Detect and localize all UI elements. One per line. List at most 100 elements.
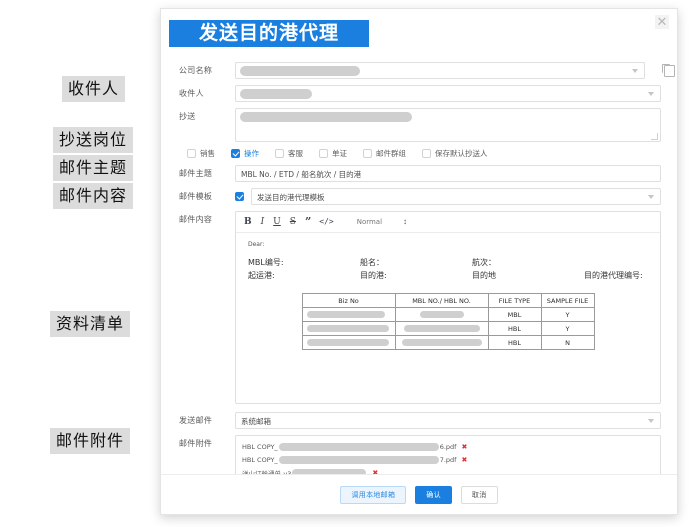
checkbox-customer-service[interactable]: 客服 [275,148,303,159]
field-row-send-account: 发送邮件 系统邮箱 [179,412,661,429]
remove-attachment-icon[interactable]: ✖ [461,456,467,464]
field-destination: 目的地 [472,270,584,281]
checkbox-documentation[interactable]: 单证 [319,148,347,159]
annotation-subject: 邮件主题 [53,155,133,181]
underline-icon[interactable]: U [273,217,281,227]
format-select[interactable]: Normal [357,218,382,226]
table-row: HBL N [302,336,594,350]
bold-icon[interactable]: B [244,217,252,227]
col-sample-file: SAMPLE FILE [541,294,594,308]
dialog-footer: 调用本地邮箱 确认 取消 [161,474,677,514]
dialog-body: 公司名称 收件人 [161,54,677,477]
field-pod: 目的港: [360,270,472,281]
company-label: 公司名称 [179,62,235,79]
cell-biz-no [302,322,395,336]
subject-value: MBL No. / ETD / 船名航次 / 目的港 [236,166,660,183]
cell-sample-file: Y [541,308,594,322]
cc-role-checkbox-group: 销售 操作 客服 单证 邮件群组 [179,148,661,159]
attachment-label: 邮件附件 [179,435,235,452]
field-vessel: 船名： [360,257,472,268]
field-voyage: 航次： [472,257,584,268]
confirm-button[interactable]: 确认 [415,486,452,504]
cell-mbl-hbl-no [395,336,488,350]
checkbox-sales[interactable]: 销售 [187,148,215,159]
attachment-item[interactable]: HBL COPY_ 6.pdf ✖ [242,440,654,453]
field-row-company: 公司名称 [179,62,661,79]
cancel-button[interactable]: 取消 [461,486,498,504]
checkbox-checked-icon [231,149,240,158]
send-account-label: 发送邮件 [179,412,235,429]
field-row-recipient: 收件人 [179,85,661,102]
col-file-type: FILE TYPE [488,294,541,308]
recipient-label: 收件人 [179,85,235,102]
annotation-cc-role: 抄送岗位 [53,127,133,153]
attachment-redacted-part [279,443,439,451]
strikethrough-icon[interactable]: S [290,217,296,227]
chevron-down-icon [648,195,654,199]
attachment-item[interactable]: HBL COPY_ 7.pdf ✖ [242,453,654,466]
checkbox-label: 单证 [332,148,347,159]
field-row-cc: 抄送 [179,108,661,142]
checkbox-save-default-cc[interactable]: 保存默认抄送人 [422,148,488,159]
cell-file-type: MBL [488,308,541,322]
redacted-value [307,339,389,346]
remove-attachment-icon[interactable]: ✖ [461,443,467,451]
cell-biz-no [302,308,395,322]
field-agent-code: 目的港代理编号: [584,270,648,281]
annotation-content: 邮件内容 [53,183,133,209]
field-spacer [584,257,648,268]
table-header-row: Biz No MBL NO./ HBL NO. FILE TYPE SAMPLE… [302,294,594,308]
checkbox-label: 操作 [244,148,259,159]
cell-sample-file: N [541,336,594,350]
checkbox-operation[interactable]: 操作 [231,148,259,159]
checkbox-label: 客服 [288,148,303,159]
company-select[interactable] [235,62,645,79]
cell-mbl-hbl-no [395,308,488,322]
chevron-down-icon [632,69,638,73]
copy-icon[interactable] [664,65,675,77]
subject-input[interactable]: MBL No. / ETD / 船名航次 / 目的港 [235,165,661,182]
chevron-down-icon [648,92,654,96]
template-enable-checkbox[interactable] [235,192,244,201]
cell-biz-no [302,336,395,350]
field-row-content: 邮件内容 B I U S ” </> Normal ↕ [179,211,661,404]
recipient-select[interactable] [235,85,661,102]
table-row: MBL Y [302,308,594,322]
close-icon[interactable]: ✕ [655,15,669,29]
blockquote-icon[interactable]: ” [305,217,310,227]
annotation-doc-list: 资料清单 [50,311,130,337]
template-value: 发送目的港代理模板 [252,189,660,206]
subject-label: 邮件主题 [179,165,235,182]
code-icon[interactable]: </> [319,217,333,227]
document-list-table: Biz No MBL NO./ HBL NO. FILE TYPE SAMPLE… [302,293,595,350]
chevron-down-icon [648,419,654,423]
checkbox-box-icon [275,149,284,158]
col-mbl-hbl-no: MBL NO./ HBL NO. [395,294,488,308]
redacted-value [307,311,385,318]
cell-mbl-hbl-no [395,322,488,336]
redacted-value [420,311,464,318]
template-select[interactable]: 发送目的港代理模板 [251,188,661,205]
rich-text-editor[interactable]: B I U S ” </> Normal ↕ Dear: [235,211,661,404]
voyage-fields: MBL编号: 船名： 航次： 起运港: 目的港: 目的地 目的港代理编号: [248,257,648,281]
field-row-subject: 邮件主题 MBL No. / ETD / 船名航次 / 目的港 [179,165,661,182]
cc-textarea[interactable] [235,108,661,142]
cell-file-type: HBL [488,336,541,350]
checkbox-label: 保存默认抄送人 [435,148,488,159]
cell-sample-file: Y [541,322,594,336]
up-down-icon[interactable]: ↕ [403,218,407,226]
attachment-name-suffix: 6.pdf [440,443,457,451]
cell-file-type: HBL [488,322,541,336]
send-account-select[interactable]: 系统邮箱 [235,412,661,429]
table-row: HBL Y [302,322,594,336]
italic-icon[interactable]: I [261,217,265,227]
use-local-mail-button[interactable]: 调用本地邮箱 [340,486,406,504]
field-pol: 起运港: [248,270,360,281]
annotation-attachments: 邮件附件 [50,428,130,454]
checkbox-box-icon [187,149,196,158]
editor-content[interactable]: Dear: MBL编号: 船名： 航次： 起运港: 目的港: 目的地 目的港代理… [236,233,660,358]
checkbox-mail-group[interactable]: 邮件群组 [363,148,406,159]
resize-handle[interactable] [651,133,658,140]
annotation-recipient: 收件人 [62,76,125,102]
cc-label: 抄送 [179,108,235,125]
